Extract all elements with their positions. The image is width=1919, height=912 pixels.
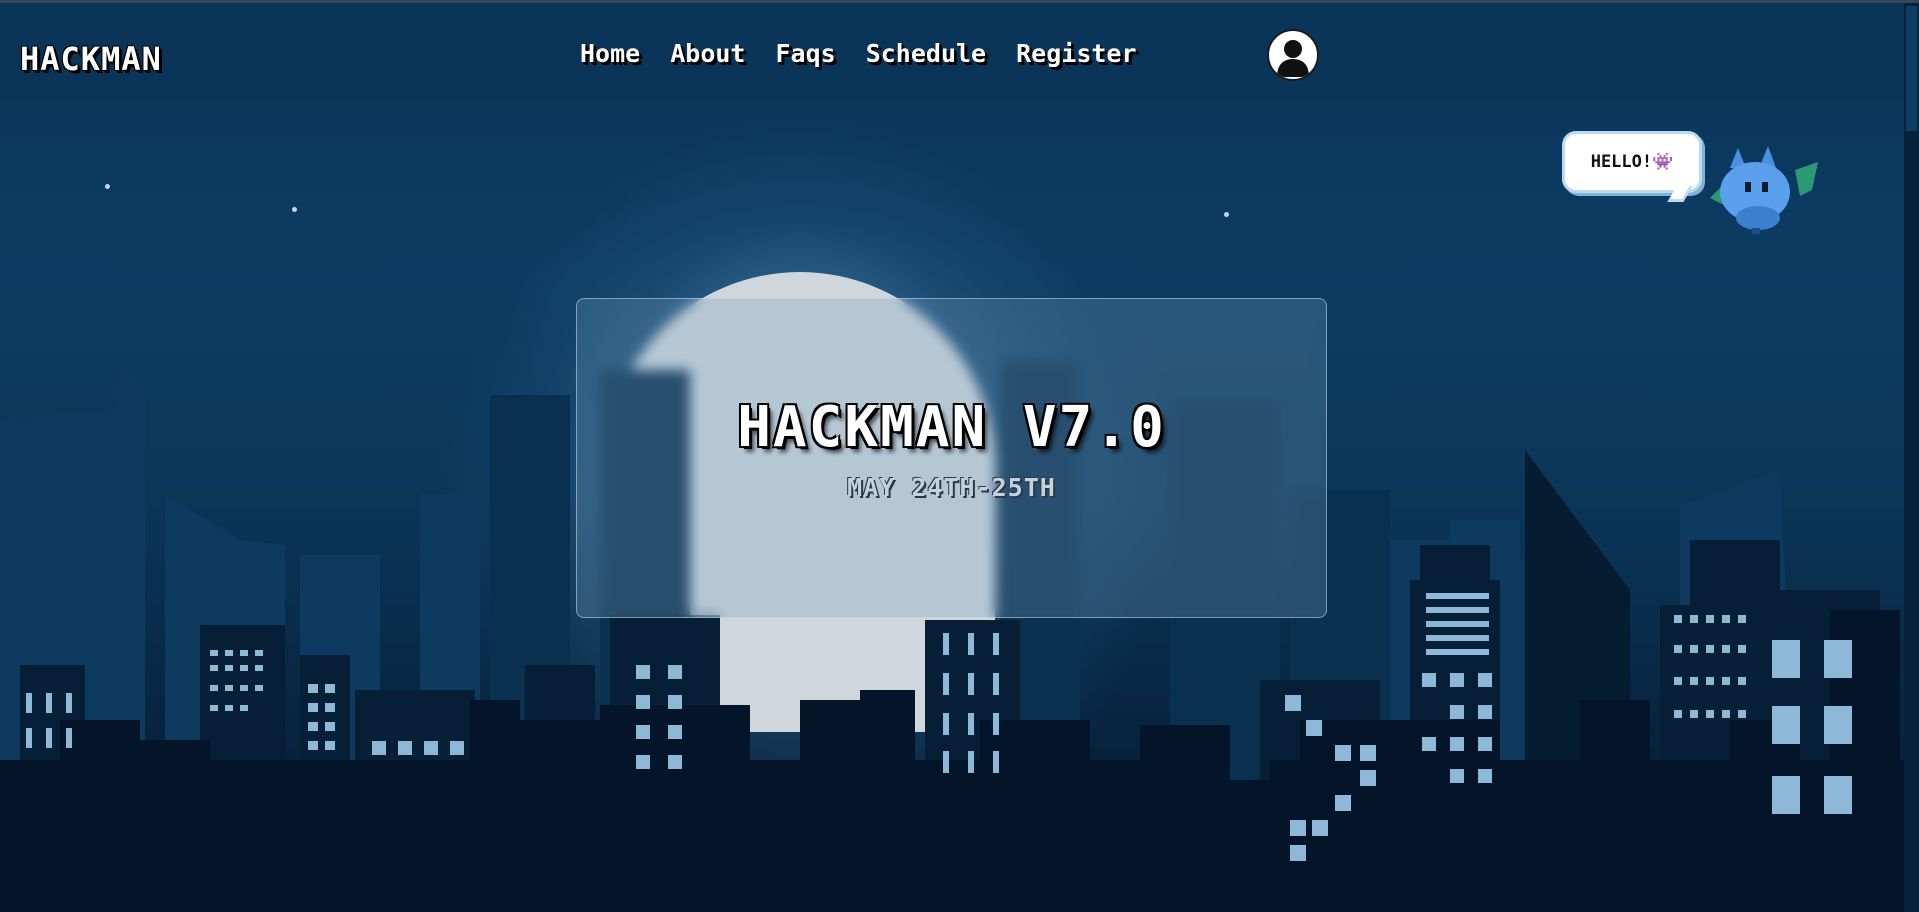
navbar: HACKMAN Home About Faqs Schedule Registe…	[0, 3, 1904, 102]
hero-scene: HACKMAN V7.0 MAY 24TH-25TH HELLO!👾 HACKM…	[0, 0, 1919, 912]
nav-schedule[interactable]: Schedule	[866, 39, 986, 68]
speech-bubble: HELLO!👾	[1562, 131, 1702, 193]
event-date: MAY 24TH-25TH	[847, 473, 1056, 502]
site-logo[interactable]: HACKMAN	[20, 40, 162, 78]
main-nav: Home About Faqs Schedule Register	[580, 39, 1137, 68]
hero-card: HACKMAN V7.0 MAY 24TH-25TH	[576, 298, 1327, 618]
nav-home[interactable]: Home	[580, 39, 640, 68]
scrollbar-thumb[interactable]	[1906, 6, 1917, 131]
speech-bubble-text: HELLO!👾	[1590, 152, 1674, 172]
bat-cat-mascot-icon[interactable]	[1700, 140, 1820, 240]
nav-register[interactable]: Register	[1016, 39, 1136, 68]
nav-faqs[interactable]: Faqs	[775, 39, 835, 68]
hero-title: HACKMAN V7.0	[737, 395, 1166, 460]
scrollbar-track[interactable]	[1904, 3, 1919, 912]
nav-about[interactable]: About	[670, 39, 745, 68]
profile-button[interactable]	[1267, 29, 1319, 81]
user-icon	[1277, 40, 1309, 77]
